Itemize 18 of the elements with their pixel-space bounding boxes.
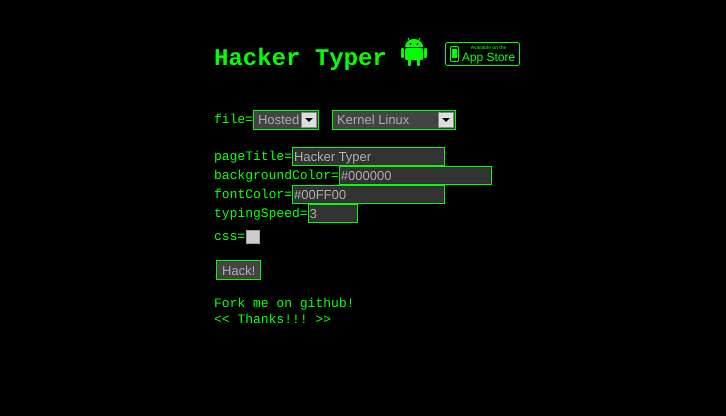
page-title: Hacker Typer [214, 46, 387, 73]
android-icon[interactable] [400, 36, 427, 66]
field-label: typingSpeed= [214, 206, 308, 221]
field-label: fontColor= [214, 187, 292, 202]
input-field[interactable]: 3 [308, 204, 358, 223]
file-select[interactable]: Kernel Linux [332, 110, 456, 130]
hack-button[interactable]: Hack! [216, 260, 262, 280]
field-label: css= [214, 229, 246, 244]
input-field[interactable]: Hacker Typer [292, 147, 446, 166]
css-checkbox[interactable] [246, 230, 260, 244]
field-label: pageTitle= [214, 149, 292, 164]
footer-link[interactable]: << Thanks!!! >> [214, 312, 332, 328]
footer-link[interactable]: Fork me on github! [214, 296, 354, 312]
file-label: file= [214, 112, 254, 127]
field-label: backgroundColor= [214, 168, 339, 183]
input-field[interactable]: #000000 [338, 166, 492, 185]
input-field[interactable]: #00FF00 [292, 185, 446, 204]
file-select[interactable]: Hosted [253, 110, 320, 130]
